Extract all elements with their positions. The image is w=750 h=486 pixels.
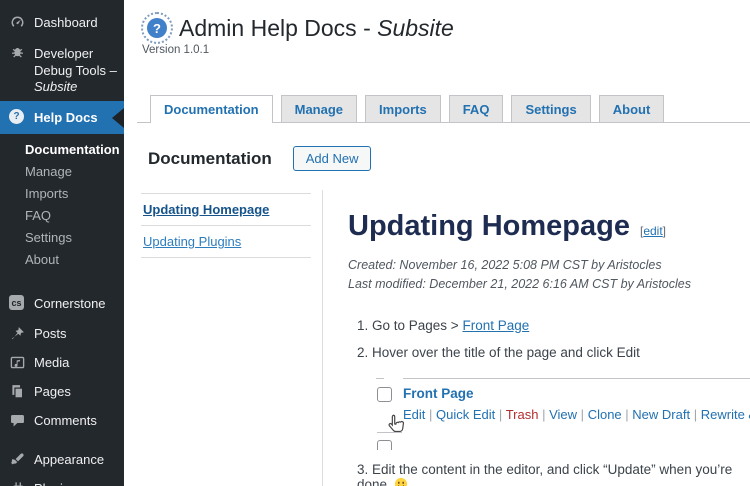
add-new-button[interactable]: Add New	[293, 146, 372, 171]
doc-meta: Created: November 16, 2022 5:08 PM CST b…	[348, 256, 744, 294]
tab-about[interactable]: About	[599, 95, 665, 122]
doc-title: Updating Homepage	[348, 210, 630, 242]
sidebar-item-label: Help Docs	[34, 109, 98, 126]
doc-nav-row: Updating Plugins	[141, 225, 311, 258]
tab-documentation[interactable]: Documentation	[150, 95, 273, 123]
sidebar-item-label: Appearance	[34, 451, 104, 468]
edit-link[interactable]: edit	[643, 224, 662, 238]
front-page-link[interactable]: Front Page	[462, 318, 529, 333]
sidebar-item-posts[interactable]: Posts	[0, 319, 124, 348]
doc-body: Updating Homepage [edit] Created: Novembe…	[348, 210, 744, 486]
step-3: 3. Edit the content in the editor, and c…	[357, 462, 744, 486]
modified-line: Last modified: December 21, 2022 6:16 AM…	[348, 275, 744, 294]
embedded-screenshot: Front Page Edit | Quick Edit | Trash | V…	[376, 376, 744, 454]
doc-steps-cont: 3. Edit the content in the editor, and c…	[348, 462, 744, 486]
pages-icon	[9, 383, 26, 400]
plug-icon	[9, 480, 26, 486]
wp-admin-sidebar: Dashboard Developer Debug Tools – Subsit…	[0, 0, 124, 486]
sidebar-item-developer-debug-tools[interactable]: Developer Debug Tools – Subsite	[0, 37, 124, 101]
main-content: ? Admin Help Docs - Subsite Version 1.0.…	[124, 0, 750, 486]
sidebar-item-label: Media	[34, 354, 69, 371]
row-divider	[376, 378, 384, 379]
tab-faq[interactable]: FAQ	[449, 95, 504, 122]
sidebar-item-media[interactable]: Media	[0, 348, 124, 377]
vertical-divider	[322, 190, 323, 486]
sidebar-item-label: Comments	[34, 412, 97, 429]
admin-help-docs-app: Dashboard Developer Debug Tools – Subsit…	[0, 0, 750, 486]
submenu-item-documentation[interactable]: Documentation	[0, 139, 124, 161]
doc-link-updating-homepage[interactable]: Updating Homepage	[143, 202, 269, 217]
sidebar-item-label: Plugins	[34, 480, 77, 486]
tab-manage[interactable]: Manage	[281, 95, 357, 122]
submenu-item-faq[interactable]: FAQ	[0, 205, 124, 227]
page-head: Documentation Add New	[148, 146, 371, 171]
tab-imports[interactable]: Imports	[365, 95, 441, 122]
sidebar-item-label: Dashboard	[34, 14, 98, 31]
tab-bar: Documentation Manage Imports FAQ Setting…	[137, 95, 750, 123]
active-menu-arrow-icon	[112, 108, 124, 128]
row-checkbox	[377, 387, 392, 402]
sidebar-item-appearance[interactable]: Appearance	[0, 445, 124, 474]
sidebar-item-label: Cornerstone	[34, 295, 106, 312]
section-heading: Documentation	[148, 149, 272, 169]
sidebar-item-cornerstone[interactable]: cs Cornerstone	[0, 289, 124, 318]
tab-settings[interactable]: Settings	[511, 95, 590, 122]
submenu-item-about[interactable]: About	[0, 249, 124, 271]
smiley-emoji-icon	[394, 477, 408, 486]
row-actions: Edit | Quick Edit | Trash | View | Clone…	[403, 407, 750, 422]
doc-nav-row: Updating Homepage	[141, 193, 311, 225]
edit-link-wrap: [edit]	[640, 224, 666, 238]
hand-cursor-icon	[385, 412, 407, 439]
admin-help-docs-logo-icon: ?	[141, 12, 173, 44]
created-line: Created: November 16, 2022 5:08 PM CST b…	[348, 256, 744, 275]
bug-icon	[9, 45, 26, 62]
submenu-item-imports[interactable]: Imports	[0, 183, 124, 205]
row-divider	[403, 378, 750, 379]
sidebar-item-pages[interactable]: Pages	[0, 377, 124, 406]
doc-link-updating-plugins[interactable]: Updating Plugins	[143, 234, 241, 249]
version-label: Version 1.0.1	[142, 44, 209, 56]
sidebar-item-help-docs[interactable]: ? Help Docs	[0, 101, 124, 134]
submenu-item-settings[interactable]: Settings	[0, 227, 124, 249]
dashboard-gauge-icon	[9, 14, 26, 31]
comment-bubble-icon	[9, 412, 26, 429]
help-docs-icon: ?	[9, 109, 26, 126]
help-docs-submenu: Documentation Manage Imports FAQ Setting…	[0, 134, 124, 277]
media-icon	[9, 354, 26, 371]
sidebar-item-label: Pages	[34, 383, 71, 400]
paintbrush-icon	[9, 451, 26, 468]
submenu-item-manage[interactable]: Manage	[0, 161, 124, 183]
pushpin-icon	[9, 325, 26, 342]
cornerstone-icon: cs	[9, 295, 26, 312]
sidebar-item-comments[interactable]: Comments	[0, 406, 124, 435]
step-2: 2. Hover over the title of the page and …	[357, 345, 744, 360]
step-1: 1. Go to Pages > Front Page	[357, 318, 744, 333]
sidebar-item-dashboard[interactable]: Dashboard	[0, 8, 124, 37]
front-page-row-title: Front Page	[403, 386, 474, 401]
doc-nav-list: Updating Homepage Updating Plugins	[141, 193, 311, 258]
sidebar-item-label: Posts	[34, 325, 67, 342]
sidebar-item-plugins[interactable]: Plugins	[0, 474, 124, 486]
partial-row-checkbox	[377, 440, 392, 450]
sidebar-item-label: Developer Debug Tools – Subsite	[34, 45, 118, 95]
page-title: Admin Help Docs - Subsite	[179, 15, 454, 42]
doc-steps: 1. Go to Pages > Front Page 2. Hover ove…	[348, 318, 744, 360]
